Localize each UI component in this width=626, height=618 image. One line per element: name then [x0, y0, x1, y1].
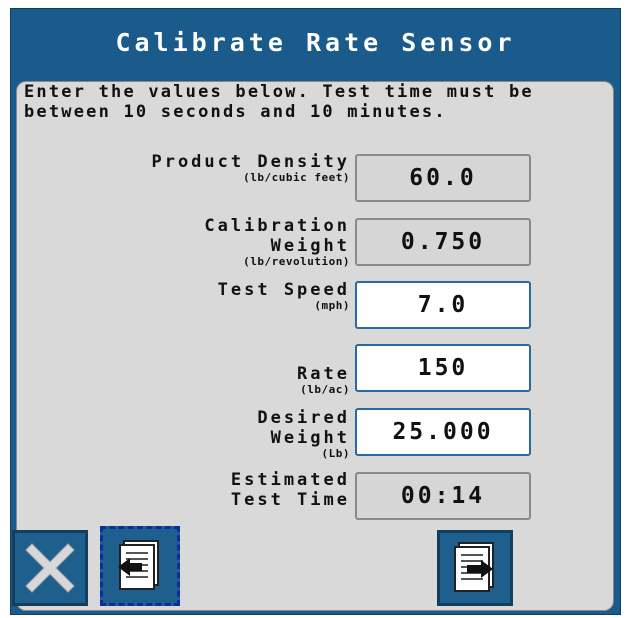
- desired-weight-field[interactable]: 25.000: [355, 408, 531, 456]
- calibration-weight-label: Calibration Weight (lb/revolution): [140, 216, 350, 268]
- rate-unit: (lb/ac): [300, 383, 350, 396]
- rate-field[interactable]: 150: [355, 344, 531, 392]
- calibration-weight-label-text: Calibration Weight: [204, 216, 350, 256]
- desired-weight-unit: (Lb): [321, 447, 350, 460]
- rate-label-text: Rate: [297, 364, 350, 384]
- cancel-button[interactable]: [12, 530, 88, 606]
- estimated-test-time-label: Estimated Test Time: [180, 470, 350, 510]
- dialog-title: Calibrate Rate Sensor: [115, 27, 516, 57]
- product-density-field[interactable]: 60.0: [355, 154, 531, 202]
- estimated-test-time-field[interactable]: 00:14: [355, 472, 531, 520]
- desired-weight-label: Desired Weight (Lb): [200, 408, 350, 460]
- desired-weight-label-text: Desired Weight: [257, 408, 350, 448]
- rate-label: Rate (lb/ac): [220, 364, 350, 396]
- estimated-test-time-label-text: Estimated Test Time: [230, 470, 350, 510]
- product-density-label: Product Density (lb/cubic feet): [140, 152, 350, 184]
- page-next-icon: [454, 542, 494, 592]
- test-speed-label-text: Test Speed: [217, 280, 350, 300]
- page-back-icon: [118, 540, 159, 590]
- next-button[interactable]: [437, 530, 513, 606]
- instructions-text: Enter the values below. Test time must b…: [24, 82, 534, 122]
- calibration-weight-unit: (lb/revolution): [243, 255, 350, 268]
- test-speed-label: Test Speed (mph): [200, 280, 350, 312]
- back-button[interactable]: [100, 526, 180, 606]
- test-speed-unit: (mph): [314, 299, 350, 312]
- product-density-unit: (lb/cubic feet): [243, 171, 350, 184]
- calibration-weight-field[interactable]: 0.750: [355, 218, 531, 266]
- cancel-icon: [25, 543, 75, 593]
- product-density-label-text: Product Density: [151, 152, 350, 172]
- test-speed-field[interactable]: 7.0: [355, 281, 531, 329]
